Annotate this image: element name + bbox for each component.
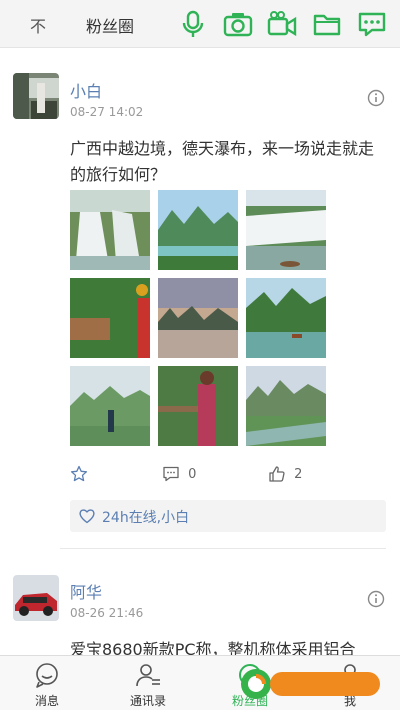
- photo-thumbnail[interactable]: [158, 278, 238, 358]
- liked-by-names[interactable]: 24h在线,小白: [102, 507, 189, 527]
- like-count: 2: [294, 466, 303, 482]
- tab-contacts[interactable]: 通讯录: [108, 656, 188, 711]
- comment-icon: [163, 466, 179, 482]
- watermark-logo: [236, 664, 382, 704]
- contacts-icon: [136, 664, 160, 687]
- message-icon: [36, 663, 58, 688]
- chat-icon[interactable]: [356, 8, 388, 40]
- like-button[interactable]: 2: [268, 465, 302, 485]
- comment-button[interactable]: 0: [162, 465, 196, 485]
- photo-thumbnail[interactable]: [70, 190, 150, 270]
- photo-thumbnail[interactable]: [246, 278, 326, 358]
- camera-icon[interactable]: [222, 8, 254, 40]
- star-icon: [70, 465, 88, 482]
- info-icon[interactable]: [367, 590, 385, 608]
- heart-icon: [79, 509, 95, 524]
- avatar[interactable]: [13, 73, 59, 119]
- microphone-icon[interactable]: [177, 8, 209, 40]
- photo-thumbnail[interactable]: [70, 366, 150, 446]
- post-username[interactable]: 小白: [70, 78, 102, 102]
- divider: [60, 548, 386, 549]
- comment-count: 0: [188, 466, 197, 482]
- info-icon[interactable]: [367, 89, 385, 107]
- photo-thumbnail[interactable]: [246, 190, 326, 270]
- folder-icon[interactable]: [311, 8, 343, 40]
- page-title: 粉丝圈: [86, 17, 135, 36]
- photo-thumbnail[interactable]: [158, 190, 238, 270]
- back-button[interactable]: 不: [30, 13, 46, 37]
- post-username[interactable]: 阿华: [70, 579, 102, 603]
- video-camera-icon[interactable]: [266, 8, 298, 40]
- post-time: 08-26 21:46: [70, 606, 144, 620]
- photo-thumbnail[interactable]: [70, 278, 150, 358]
- photo-thumbnail[interactable]: [158, 366, 238, 446]
- thumbs-up-icon: [269, 466, 285, 482]
- liked-by-bar: 24h在线,小白: [70, 500, 386, 532]
- tab-label: 通讯录: [129, 694, 166, 708]
- tab-label: 消息: [34, 694, 59, 708]
- post-text: 广西中越边境，德天瀑布，来一场说走就走的旅行如何？: [70, 139, 375, 184]
- top-bar: 不 粉丝圈: [0, 0, 400, 48]
- favorite-button[interactable]: [70, 465, 88, 485]
- post-time: 08-27 14:02: [70, 105, 144, 119]
- avatar[interactable]: [13, 575, 59, 621]
- photo-thumbnail[interactable]: [246, 366, 326, 446]
- tab-messages[interactable]: 消息: [7, 656, 87, 711]
